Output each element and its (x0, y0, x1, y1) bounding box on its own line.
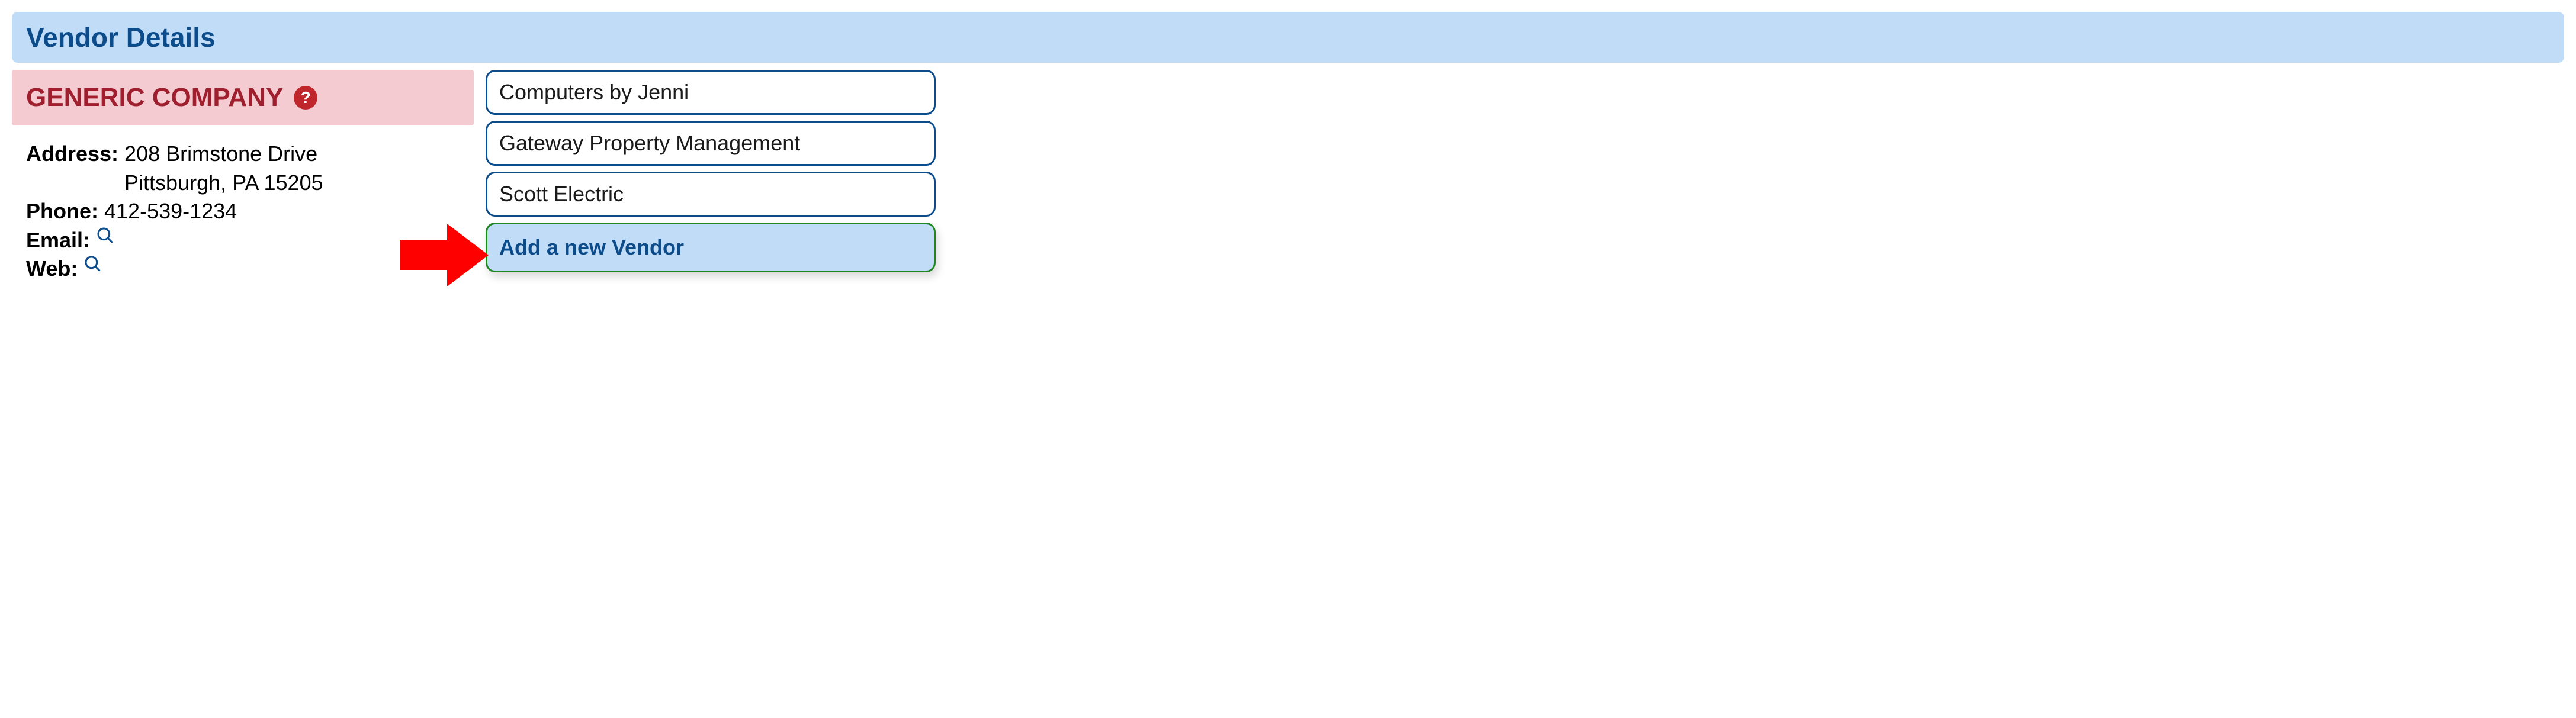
vendor-option[interactable]: Scott Electric (486, 172, 936, 217)
address-line1: 208 Brimstone Drive (124, 140, 323, 169)
phone-value: 412-539-1234 (104, 197, 237, 226)
phone-row: Phone: 412-539-1234 (26, 197, 460, 226)
company-banner: GENERIC COMPANY ? (12, 70, 474, 125)
vendor-option[interactable]: Computers by Jenni (486, 70, 936, 115)
search-icon[interactable] (83, 255, 102, 273)
address-label: Address: (26, 140, 118, 169)
search-icon[interactable] (96, 226, 115, 245)
company-name: GENERIC COMPANY (26, 83, 283, 112)
web-label: Web: (26, 255, 78, 284)
vendor-details-header: Vendor Details (12, 12, 2564, 63)
email-label: Email: (26, 226, 90, 255)
phone-label: Phone: (26, 197, 98, 226)
email-row: Email: (26, 226, 460, 255)
vendor-option[interactable]: Gateway Property Management (486, 121, 936, 166)
web-row: Web: (26, 255, 460, 284)
page-title: Vendor Details (26, 21, 2550, 53)
address-line2: Pittsburgh, PA 15205 (124, 169, 323, 198)
address-row: Address: 208 Brimstone Drive Pittsburgh,… (26, 140, 460, 197)
help-icon[interactable]: ? (294, 86, 317, 110)
vendor-detail-block: Address: 208 Brimstone Drive Pittsburgh,… (12, 125, 474, 284)
add-vendor-button[interactable]: Add a new Vendor (486, 223, 936, 272)
